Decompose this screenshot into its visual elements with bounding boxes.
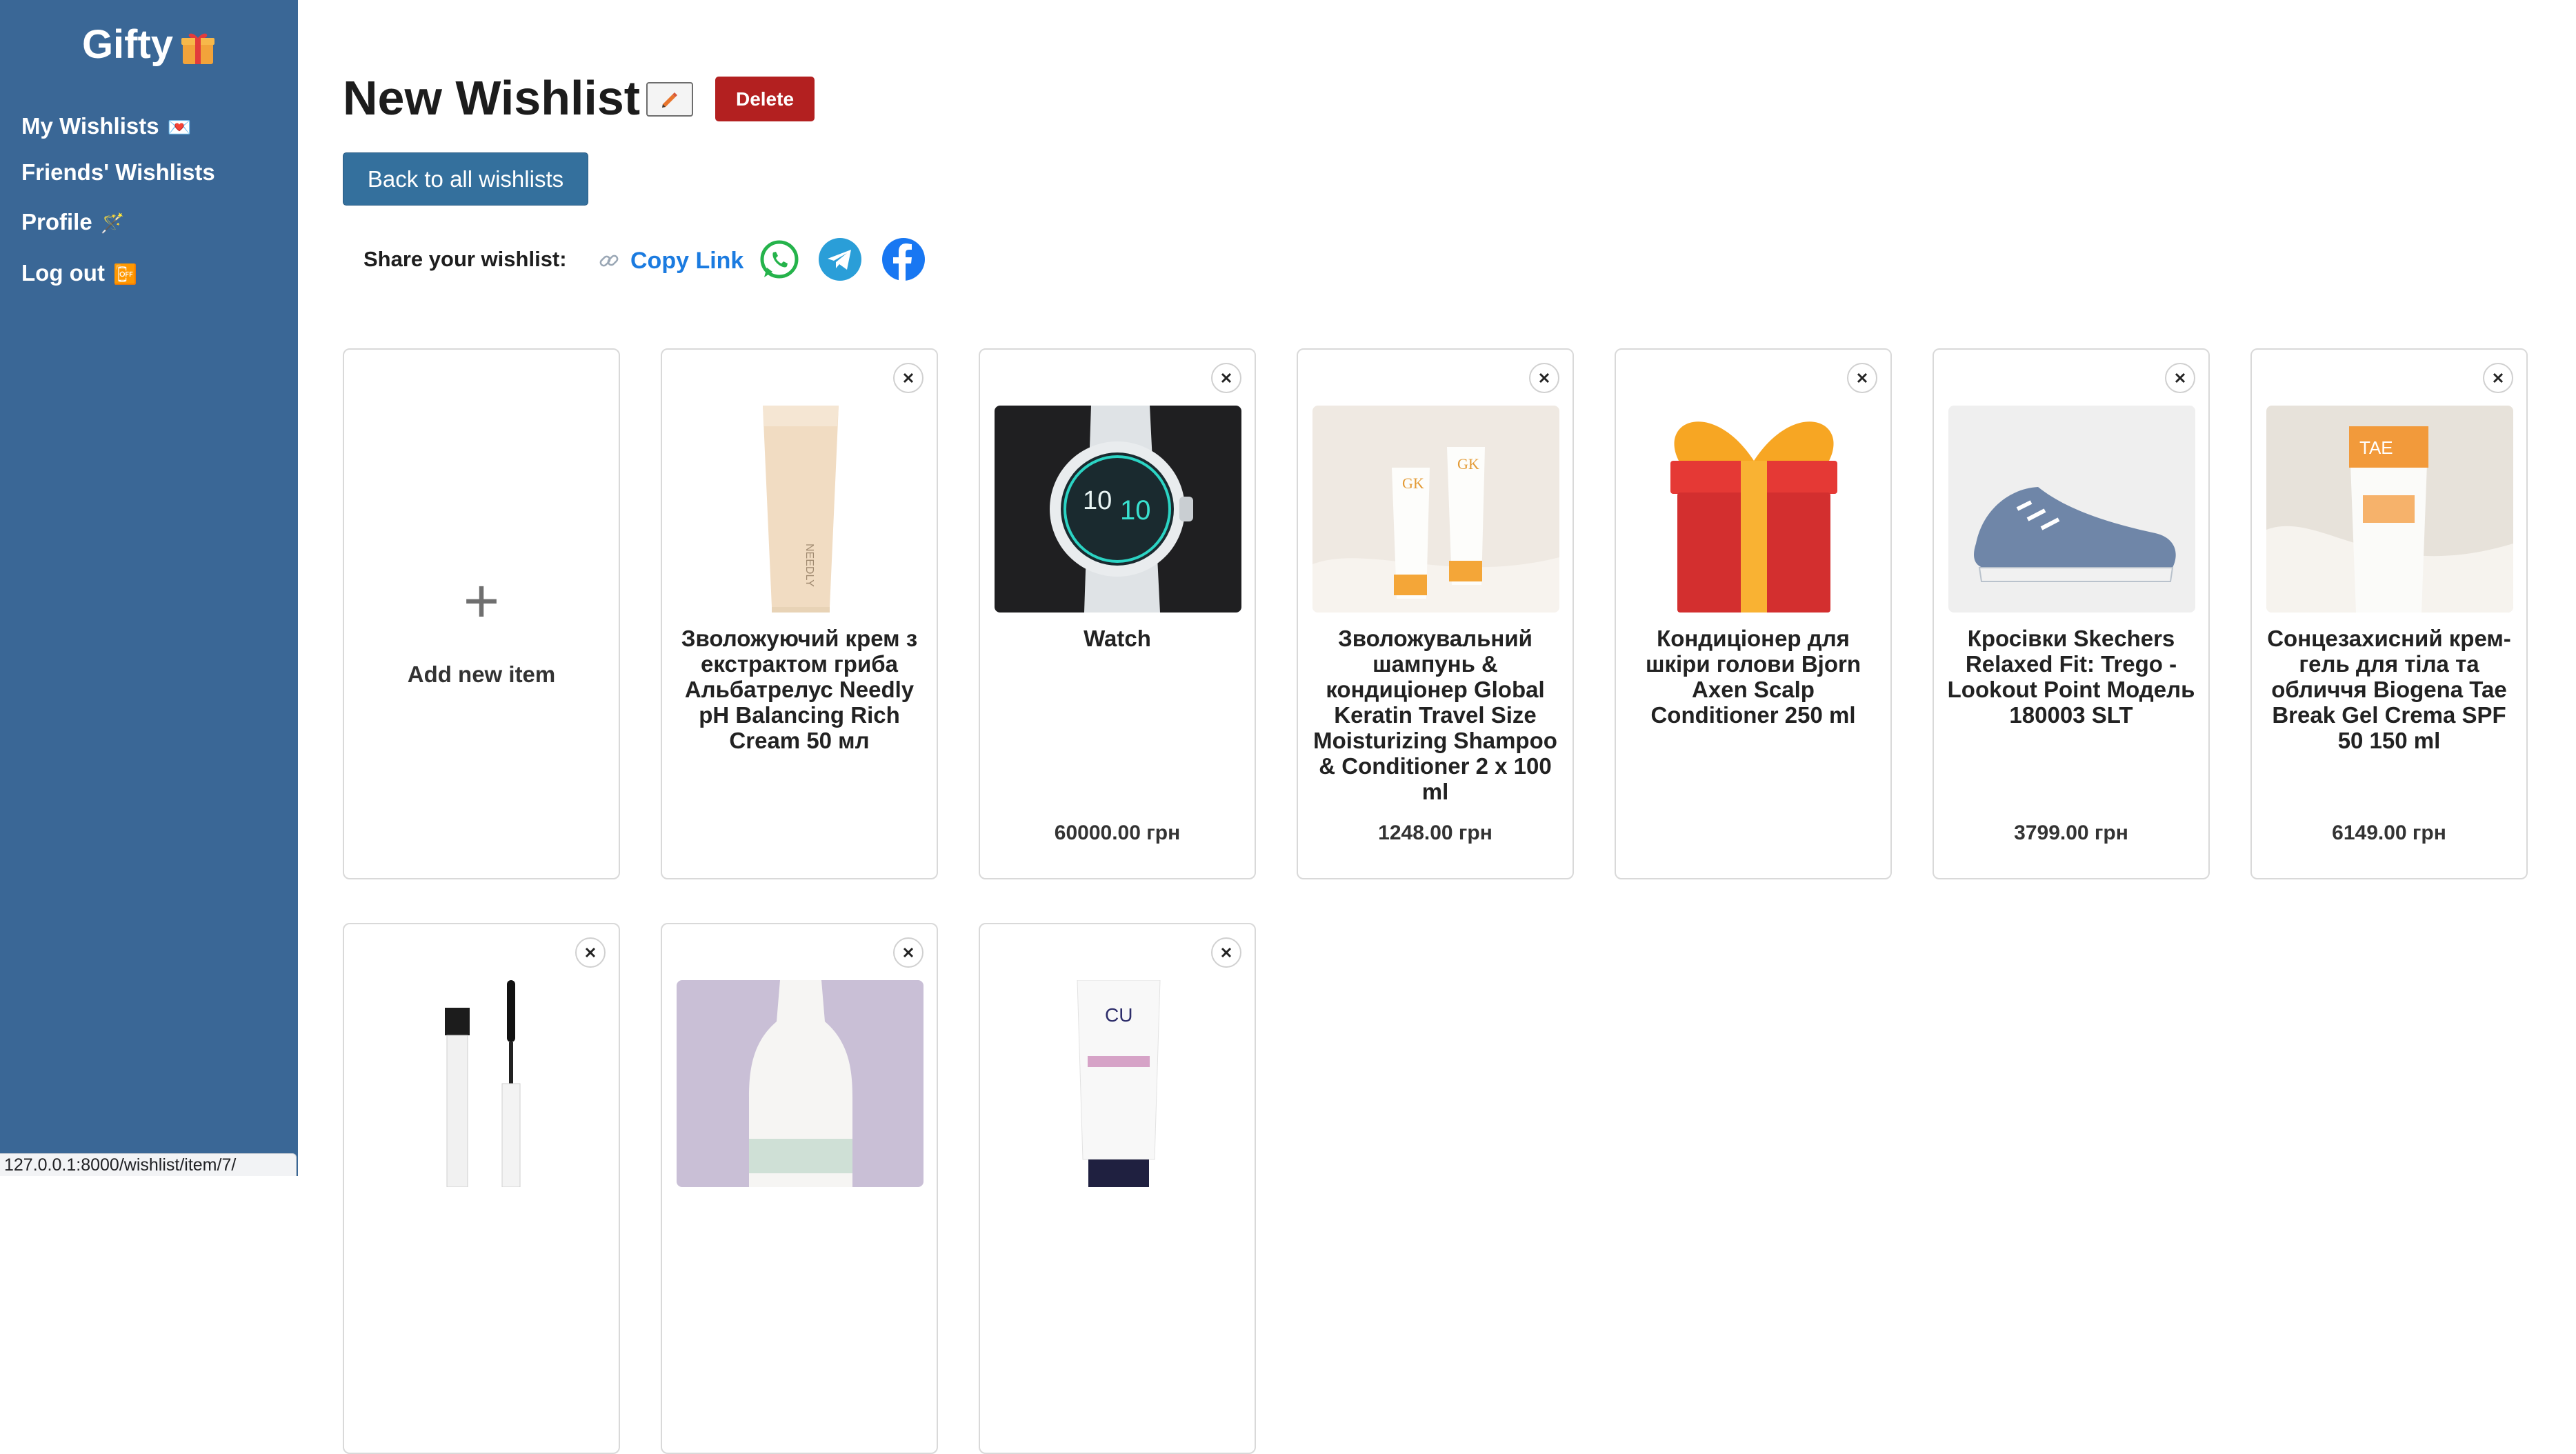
tube-cream-icon: NEEDLY (677, 406, 923, 613)
item-price: 60000.00 грн (1054, 821, 1181, 844)
magic-wand-icon: 🪄 (100, 212, 125, 234)
brand-name: Gifty (81, 22, 174, 67)
item-image: TAE (2266, 406, 2513, 613)
status-bar-url: 127.0.0.1:8000/wishlist/item/7/ (0, 1153, 297, 1176)
add-item-label: Add new item (407, 661, 556, 687)
remove-item-button[interactable] (1211, 363, 1241, 393)
item-image: GK GK (1312, 406, 1559, 613)
smartwatch-icon: 10 10 (995, 406, 1241, 613)
close-icon (1539, 372, 1550, 384)
page-title: New Wishlist (343, 71, 641, 125)
svg-text:GK: GK (1457, 455, 1479, 472)
sidebar-item-label: My Wishlists (21, 113, 159, 139)
svg-text:10: 10 (1083, 486, 1112, 515)
sneaker-icon (1948, 406, 2195, 613)
item-name: Кондиціонер для шкіри голови Bjorn Axen … (1645, 626, 1861, 728)
back-to-wishlists-button[interactable]: Back to all wishlists (343, 152, 588, 206)
brand-logo[interactable]: Gifty (0, 21, 298, 69)
remove-item-button[interactable] (893, 363, 923, 393)
close-icon (903, 947, 914, 958)
svg-text:NEEDLY: NEEDLY (803, 544, 815, 587)
wishlist-item-card[interactable]: 10 10 Watch 60000.00 грн (979, 348, 1256, 879)
sunscreen-tube-icon: TAE (2266, 406, 2513, 613)
wishlist-item-card[interactable] (661, 923, 938, 1454)
item-name: Watch (1084, 626, 1151, 651)
sidebar-item-friends-wishlists[interactable]: Friends' Wishlists (21, 159, 215, 186)
love-letter-icon: 💌 (167, 117, 192, 138)
svg-text:10: 10 (1120, 495, 1151, 526)
sidebar-item-my-wishlists[interactable]: My Wishlists 💌 (21, 112, 191, 141)
sidebar-item-label: Friends' Wishlists (21, 159, 215, 185)
remove-item-button[interactable] (1529, 363, 1559, 393)
item-name: Зволожуючий крем з екстрактом гриба Альб… (681, 626, 918, 753)
wishlist-item-card[interactable]: NEEDLY Зволожуючий крем з екстрактом гри… (661, 348, 938, 879)
item-name: Кросівки Skechers Relaxed Fit: Trego - L… (1947, 626, 2195, 728)
edit-title-button[interactable] (646, 82, 693, 117)
item-image: CU (995, 980, 1241, 1187)
sidebar-item-label: Profile (21, 209, 92, 235)
facebook-icon[interactable] (881, 237, 926, 281)
wishlist-item-card[interactable] (343, 923, 620, 1454)
share-label: Share your wishlist: (363, 247, 567, 271)
remove-item-button[interactable] (1211, 937, 1241, 968)
phone-off-icon: 📴 (112, 263, 137, 285)
sidebar-item-logout[interactable]: Log out 📴 (21, 259, 137, 288)
sidebar-item-profile[interactable]: Profile 🪄 (21, 208, 125, 237)
remove-item-button[interactable] (575, 937, 606, 968)
pencil-icon (662, 92, 677, 108)
item-image: 10 10 (995, 406, 1241, 613)
copy-link-label: Copy Link (630, 248, 744, 274)
item-image (1630, 406, 1877, 613)
close-icon (1221, 372, 1232, 384)
item-image (359, 980, 606, 1187)
item-price: 1248.00 грн (1378, 821, 1492, 844)
remove-item-button[interactable] (2483, 363, 2513, 393)
gift-icon (181, 33, 215, 64)
link-icon (599, 255, 619, 267)
wishlist-item-card[interactable]: GK GK Зволожувальний шампунь & кондиціон… (1297, 348, 1574, 879)
wishlist-item-card[interactable]: Кросівки Skechers Relaxed Fit: Trego - L… (1933, 348, 2210, 879)
bottle-icon (677, 980, 923, 1187)
sidebar-item-label: Log out (21, 260, 105, 286)
close-icon (2175, 372, 2186, 384)
close-icon (903, 372, 914, 384)
shampoo-pair-icon: GK GK (1312, 406, 1559, 613)
copy-link-button[interactable]: Copy Link (597, 247, 743, 275)
item-price: 3799.00 грн (2014, 821, 2128, 844)
close-icon (2493, 372, 2504, 384)
close-icon (1857, 372, 1868, 384)
close-icon (585, 947, 596, 958)
cleanser-tube-icon: CU (995, 980, 1241, 1187)
remove-item-button[interactable] (893, 937, 923, 968)
add-item-card[interactable]: + Add new item (343, 348, 620, 879)
svg-text:CU: CU (1105, 1004, 1132, 1026)
close-icon (1221, 947, 1232, 958)
item-name: Сонцезахисний крем-гель для тіла та обли… (2267, 626, 2511, 753)
sidebar: Gifty My Wishlists 💌 Friends' Wishlists P… (0, 0, 298, 1176)
svg-text:TAE: TAE (2359, 437, 2393, 458)
item-image (677, 980, 923, 1187)
item-image (1948, 406, 2195, 613)
telegram-icon[interactable] (818, 237, 862, 281)
remove-item-button[interactable] (1847, 363, 1877, 393)
wishlist-item-card[interactable]: TAE Сонцезахисний крем-гель для тіла та … (2250, 348, 2528, 879)
svg-text:GK: GK (1402, 475, 1424, 492)
item-name: Зволожувальний шампунь & кондиціонер Glo… (1313, 626, 1557, 804)
plus-icon: + (463, 567, 500, 636)
wishlist-item-card[interactable]: Кондиціонер для шкіри голови Bjorn Axen … (1615, 348, 1892, 879)
remove-item-button[interactable] (2165, 363, 2195, 393)
delete-button[interactable]: Delete (715, 77, 815, 121)
gift-box-icon (1630, 406, 1877, 613)
item-image: NEEDLY (677, 406, 923, 613)
whatsapp-icon[interactable] (757, 237, 801, 281)
item-price: 6149.00 грн (2332, 821, 2446, 844)
mascara-icon (359, 980, 606, 1187)
wishlist-item-card[interactable]: CU (979, 923, 1256, 1454)
